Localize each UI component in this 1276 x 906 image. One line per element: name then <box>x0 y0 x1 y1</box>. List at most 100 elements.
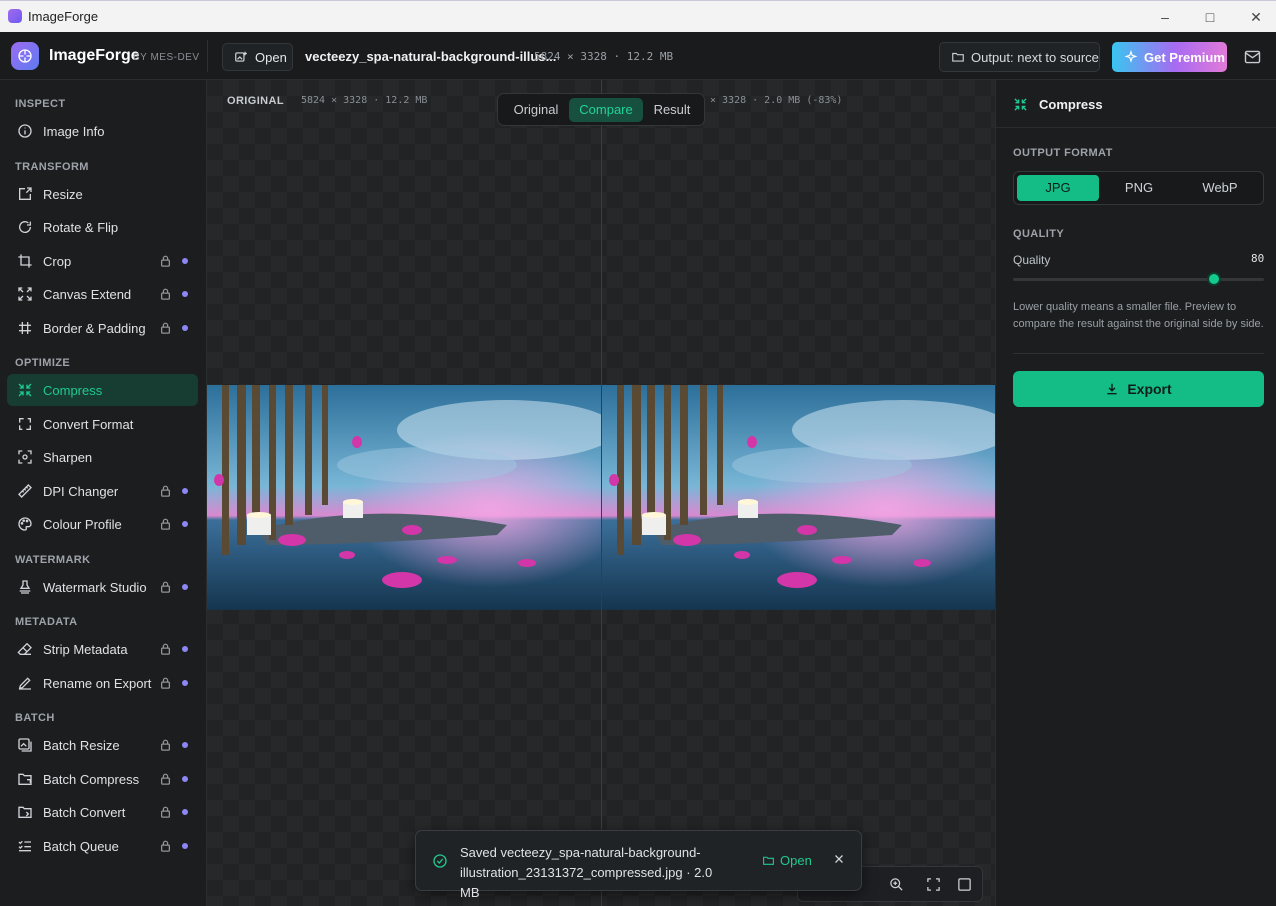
get-premium-button[interactable]: Get Premium <box>1112 42 1227 72</box>
sidebar-item-label: Border & Padding <box>43 320 146 336</box>
original-image <box>207 385 601 610</box>
premium-dot <box>182 742 188 748</box>
check-circle-icon <box>433 854 447 868</box>
lock-icon <box>161 677 170 689</box>
section-transform: TRANSFORM <box>15 161 89 173</box>
premium-dot <box>182 291 188 297</box>
compress-icon <box>16 381 34 399</box>
sidebar-item-label: Batch Compress <box>43 771 140 787</box>
minimize-icon[interactable]: – <box>1155 7 1175 27</box>
images-icon <box>16 736 34 754</box>
folder-compress-icon <box>16 770 34 788</box>
format-png-option[interactable]: PNG <box>1098 175 1180 201</box>
premium-dot <box>182 258 188 264</box>
quality-slider-fill <box>1013 278 1214 281</box>
premium-dot <box>182 843 188 849</box>
toast-open-button[interactable]: Open <box>762 853 812 868</box>
sidebar-item-compress[interactable]: Compress <box>7 374 198 406</box>
hash-icon <box>16 319 34 337</box>
sidebar-item-label: Resize <box>43 186 83 202</box>
folder-icon <box>952 52 964 62</box>
open-button[interactable]: Open <box>222 43 293 71</box>
toast-message-line: Saved vecteezy_spa-natural-background- <box>460 845 701 860</box>
close-icon[interactable] <box>833 853 845 865</box>
tool-sidebar: INSPECT Image Info TRANSFORM Resize Rota… <box>0 80 207 906</box>
sidebar-item-rotate-flip[interactable]: Rotate & Flip <box>7 211 198 243</box>
format-selector: JPG PNG WebP <box>1013 171 1264 205</box>
sidebar-item-colour-profile[interactable]: Colour Profile <box>7 508 198 540</box>
output-location-button[interactable]: Output: next to source <box>939 42 1100 72</box>
zoom-in-icon[interactable] <box>889 877 904 892</box>
crop-icon <box>16 252 34 270</box>
sidebar-item-canvas-extend[interactable]: Canvas Extend <box>7 278 198 310</box>
format-jpg-option[interactable]: JPG <box>1017 175 1099 201</box>
maximize-icon[interactable]: □ <box>1200 7 1220 27</box>
view-compare-tab[interactable]: Compare <box>569 98 643 122</box>
sidebar-item-border-padding[interactable]: Border & Padding <box>7 312 198 344</box>
section-metadata: METADATA <box>15 616 78 628</box>
download-icon <box>1107 383 1117 395</box>
sidebar-item-batch-resize[interactable]: Batch Resize <box>7 729 198 761</box>
close-icon[interactable]: ✕ <box>1246 7 1266 27</box>
quality-slider-thumb[interactable] <box>1206 272 1221 286</box>
sidebar-item-batch-compress[interactable]: Batch Compress <box>7 763 198 795</box>
folder-convert-icon <box>16 803 34 821</box>
sidebar-item-batch-convert[interactable]: Batch Convert <box>7 796 198 828</box>
sidebar-item-label: Rotate & Flip <box>43 219 119 235</box>
lock-icon <box>161 485 170 497</box>
eraser-icon <box>16 640 34 658</box>
lock-icon <box>161 773 170 785</box>
file-meta: 5824 × 3328 · 12.2 MB <box>534 50 674 63</box>
image-plus-icon <box>235 51 247 62</box>
brand-name: ImageForge <box>49 47 140 64</box>
stamp-icon <box>16 578 34 596</box>
toast-message-line: illustration_23131372_compressed.jpg · 2… <box>460 865 713 900</box>
mail-icon[interactable] <box>1244 50 1261 64</box>
quality-value: 80 <box>1251 252 1265 265</box>
sidebar-item-sharpen[interactable]: Sharpen <box>7 441 198 473</box>
sidebar-item-resize[interactable]: Resize <box>7 178 198 210</box>
preview-canvas[interactable]: ORIGINAL 5824 × 3328 · 12.2 MB × 3328 · … <box>207 80 995 906</box>
quality-slider[interactable] <box>1013 272 1264 286</box>
premium-dot <box>182 809 188 815</box>
view-original-tab[interactable]: Original <box>507 98 565 122</box>
sidebar-item-watermark-studio[interactable]: Watermark Studio <box>7 571 198 603</box>
sidebar-item-label: Crop <box>43 253 72 269</box>
fit-screen-icon[interactable] <box>926 877 941 892</box>
sidebar-item-label: Watermark Studio <box>43 579 147 595</box>
expand-icon <box>16 285 34 303</box>
divider <box>207 40 208 72</box>
sidebar-item-convert-format[interactable]: Convert Format <box>7 408 198 440</box>
lock-icon <box>161 739 170 751</box>
export-button-label: Export <box>1127 381 1172 397</box>
app-icon <box>8 9 22 23</box>
compress-panel: Compress OUTPUT FORMAT JPG PNG WebP QUAL… <box>995 80 1276 906</box>
section-inspect: INSPECT <box>15 98 66 110</box>
lock-icon <box>161 322 170 334</box>
quality-label: Quality <box>1013 253 1051 267</box>
view-result-tab[interactable]: Result <box>647 98 697 122</box>
lock-icon <box>161 581 170 593</box>
get-premium-label: Get Premium <box>1144 49 1225 65</box>
divider <box>1013 353 1264 354</box>
ruler-icon <box>16 482 34 500</box>
sidebar-item-crop[interactable]: Crop <box>7 245 198 277</box>
toast-open-label: Open <box>780 853 812 868</box>
window-title: ImageForge <box>28 9 99 24</box>
convert-icon <box>16 415 34 433</box>
export-button[interactable]: Export <box>1013 371 1264 407</box>
app-header: ImageForge BY MES-DEV Open vecteezy_spa-… <box>0 32 1276 80</box>
format-webp-option[interactable]: WebP <box>1179 175 1261 201</box>
sidebar-item-image-info[interactable]: Image Info <box>7 115 198 147</box>
lock-icon <box>161 255 170 267</box>
actual-size-icon[interactable] <box>957 877 972 892</box>
sidebar-item-dpi-changer[interactable]: DPI Changer <box>7 475 198 507</box>
window-titlebar: ImageForge – □ ✕ <box>0 0 1276 32</box>
sharpen-icon <box>16 448 34 466</box>
rotate-icon <box>16 218 34 236</box>
sidebar-item-strip-metadata[interactable]: Strip Metadata <box>7 633 198 665</box>
sidebar-item-batch-queue[interactable]: Batch Queue <box>7 830 198 862</box>
panel-header: Compress <box>996 80 1276 128</box>
sidebar-item-rename-on-export[interactable]: Rename on Export <box>7 667 198 699</box>
sparkle-icon <box>1124 50 1138 63</box>
